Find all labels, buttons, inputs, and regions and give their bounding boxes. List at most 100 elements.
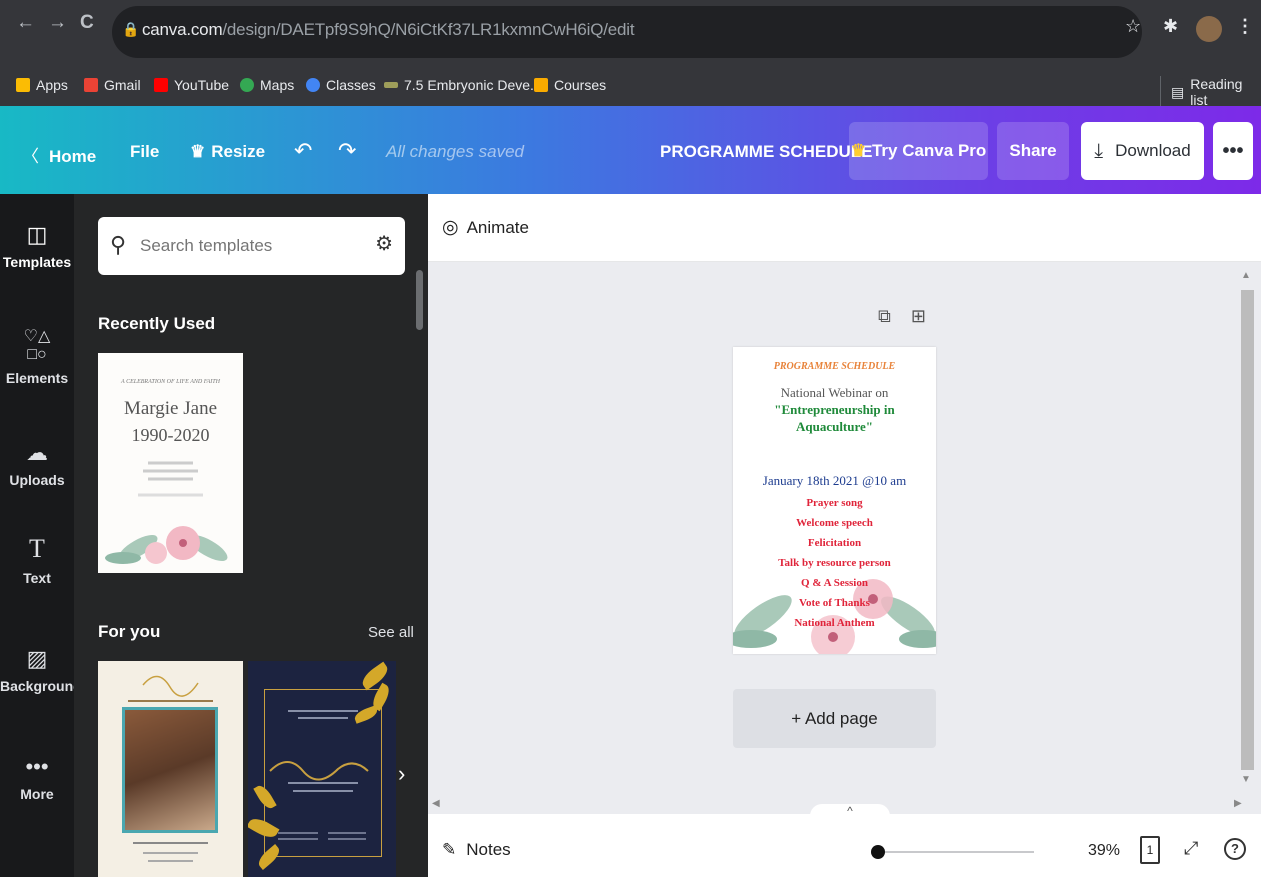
rail-templates[interactable]: ◫ Templates [0,222,74,270]
bookmark-embryonic[interactable]: 7.5 Embryonic Deve... [384,77,542,93]
background-icon: ▨ [26,646,48,671]
classes-icon [306,78,320,92]
rail-elements[interactable]: ♡△ □○ Elements [0,326,74,386]
text-icon: T [29,534,45,563]
notes-icon: ✎ [442,840,457,859]
bookmark-classes[interactable]: Classes [306,77,376,93]
gmail-icon [84,78,98,92]
page-tools: ⧉ ⊞ [878,306,926,327]
fullscreen-icon[interactable]: ⤢ [1184,838,1198,859]
animate-button[interactable]: ◎ Animate [442,216,529,239]
add-page-icon[interactable]: ⊞ [911,306,926,327]
crown-icon: ♛ [850,141,866,160]
annual-decoration [269,710,369,840]
scroll-left-arrow[interactable]: ◀ [432,798,440,809]
design-page[interactable]: PROGRAMME SCHEDULE National Webinar on "… [733,347,936,654]
design-item[interactable]: Vote of Thanks [733,597,936,609]
uploads-icon: ☁ [26,440,48,465]
extensions-icon[interactable]: ✱ [1163,16,1178,37]
editor-footer: ^ ✎ Notes 39% 1 ⤢ ? [428,804,1261,877]
home-button[interactable]: 〈 Home [22,142,96,167]
reload-icon[interactable]: C [80,12,94,34]
design-title[interactable]: PROGRAMME SCHEDULE [660,142,873,162]
back-icon[interactable]: ← [16,12,35,34]
maps-icon [240,78,254,92]
see-all-link[interactable]: See all [368,624,414,641]
search-icon: ⚲ [110,232,127,257]
recent-template-thumbnail[interactable]: A CELEBRATION OF LIFE AND FAITH Margie J… [98,353,243,573]
notes-button[interactable]: ✎ Notes [442,840,511,860]
show-pages-tab[interactable]: ^ [810,804,890,824]
bookmark-star-icon[interactable]: ☆ [1125,16,1141,37]
chevron-left-icon: 〈 [22,147,39,166]
zoom-level[interactable]: 39% [1088,842,1120,860]
filter-icon[interactable]: ⚙ [375,231,393,256]
rail-more[interactable]: ••• More [0,754,74,802]
rail-background[interactable]: ▨ Background [0,646,82,694]
add-page-button[interactable]: + Add page [733,689,936,748]
undo-icon[interactable]: ↶ [294,138,312,164]
browser-toolbar: ← → C 🔒 canva.com/design/DAETpf9S9hQ/N6i… [0,0,1261,64]
help-button[interactable]: ? [1224,838,1246,860]
design-item[interactable]: Q & A Session [733,577,936,589]
browser-menu-icon[interactable]: ⋮ [1236,16,1254,37]
forward-icon[interactable]: → [48,12,67,34]
bookmark-maps[interactable]: Maps [240,77,294,93]
search-box[interactable]: ⚲ ⚙ [98,217,405,275]
templates-panel: ⚲ ⚙ Recently Used A CELEBRATION OF LIFE … [74,194,428,877]
more-options-button[interactable]: ••• [1213,122,1253,180]
bookmark-courses[interactable]: Courses [534,77,606,93]
templates-icon: ◫ [26,222,48,247]
download-button[interactable]: ⤓ Download [1081,122,1204,180]
apps-icon [16,78,30,92]
scroll-down-arrow[interactable]: ▼ [1241,774,1251,785]
redo-icon[interactable]: ↷ [338,138,356,164]
recently-used-heading: Recently Used [98,314,216,333]
save-status: All changes saved [386,142,524,161]
panel-scrollbar[interactable] [416,270,423,330]
resize-button[interactable]: ♛ Resize [190,142,265,162]
editor-toolbar: ◎ Animate [428,194,1261,262]
crown-icon: ♛ [190,142,206,161]
address-bar[interactable]: 🔒 canva.com/design/DAETpf9S9hQ/N6iCtKf37… [112,6,1142,58]
floral-decoration [105,461,228,564]
scroll-right-arrow[interactable]: ▶ [1234,798,1242,809]
try-canva-pro-button[interactable]: ♛ Try Canva Pro [849,122,988,180]
share-button[interactable]: Share [997,122,1069,180]
bookmark-apps[interactable]: Apps [16,77,68,93]
design-item[interactable]: National Anthem [733,617,936,629]
elements-icon: ♡△ □○ [23,328,51,363]
graduation-template-thumbnail[interactable] [98,661,243,877]
courses-icon [534,78,548,92]
rail-uploads[interactable]: ☁ Uploads [0,440,74,488]
download-icon: ⤓ [1094,139,1104,162]
page-count-button[interactable]: 1 [1140,836,1160,864]
annual-benefit-template-thumbnail[interactable] [248,661,396,877]
page-icon [384,82,398,88]
search-input[interactable] [140,233,360,259]
animate-icon: ◎ [442,217,459,238]
reading-list-button[interactable]: ▤ Reading list [1160,76,1261,108]
url-text[interactable]: canva.com/design/DAETpf9S9hQ/N6iCtKf37LR… [142,20,635,40]
side-rail: ◫ Templates ♡△ □○ Elements ☁ Uploads T Text ▨… [0,194,82,877]
chevron-up-icon: ^ [847,804,853,818]
reading-list-icon: ▤ [1171,83,1185,100]
zoom-slider-handle[interactable] [871,845,885,859]
canvas-vertical-scrollbar[interactable] [1241,290,1254,770]
youtube-icon [154,78,168,92]
editor-header: 〈 Home File ♛ Resize ↶ ↷ All changes saved… [0,106,1261,194]
canvas-area: ⧉ ⊞ PROGRAMME SCHEDULE National Webinar … [428,262,1261,814]
chevron-right-icon[interactable]: › [398,761,405,787]
more-icon: ••• [25,754,49,779]
bookmark-youtube[interactable]: YouTube [154,77,229,93]
profile-avatar[interactable] [1196,16,1222,42]
scroll-up-arrow[interactable]: ▲ [1241,270,1251,281]
duplicate-page-icon[interactable]: ⧉ [878,306,891,327]
for-you-heading: For you [98,622,161,641]
graduation-decoration [128,675,213,862]
bookmark-gmail[interactable]: Gmail [84,77,141,93]
rail-text[interactable]: T Text [0,534,74,586]
lock-icon: 🔒 [122,21,140,37]
file-menu[interactable]: File [130,142,159,162]
zoom-slider-track[interactable] [876,851,1034,853]
